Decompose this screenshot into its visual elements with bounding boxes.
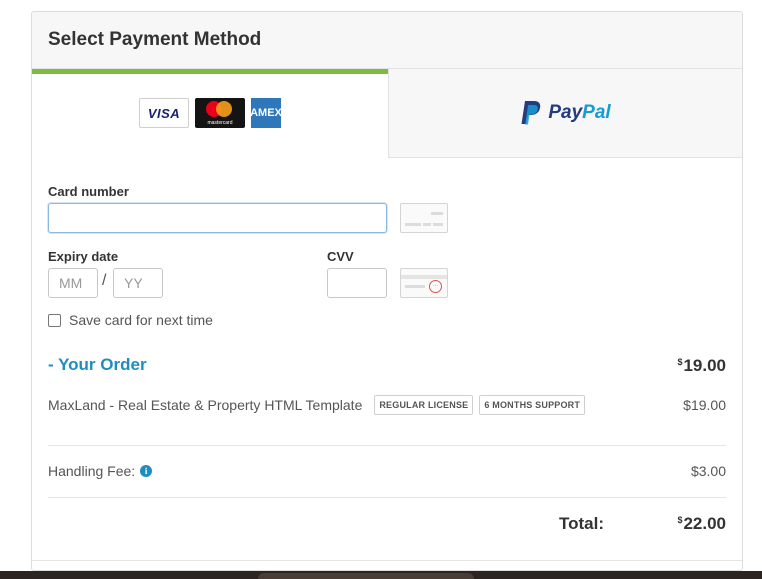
license-badge: REGULAR LICENSE <box>374 395 474 415</box>
expiry-date-label: Expiry date <box>48 249 119 264</box>
panel-title: Select Payment Method <box>48 29 262 50</box>
divider <box>48 497 726 498</box>
total-label: Total: <box>559 514 605 533</box>
order-header-total: $19.00 <box>677 356 726 375</box>
card-number-label: Card number <box>48 184 129 199</box>
paypal-logo: PayPal <box>520 100 611 126</box>
cvv-label: CVV <box>327 249 354 264</box>
card-number-input[interactable] <box>48 203 387 233</box>
handling-fee-row: Handling Fee: i $3.00 <box>48 463 726 479</box>
panel-header: Select Payment Method <box>32 12 742 69</box>
currency-symbol: $ <box>677 357 683 367</box>
cvv-input[interactable] <box>327 268 387 298</box>
item-price: $19.00 <box>683 397 726 413</box>
card-back-cvv-icon: ··· <box>400 268 448 298</box>
expiry-separator: / <box>102 272 107 289</box>
payment-panel: Select Payment Method VISA mastercard AM… <box>31 11 743 571</box>
card-front-icon <box>400 203 448 233</box>
handling-fee-value: $3.00 <box>690 463 726 479</box>
save-card-label[interactable]: Save card for next time <box>69 312 213 328</box>
expiry-month-input[interactable] <box>48 268 98 298</box>
expiry-year-input[interactable] <box>113 268 163 298</box>
paypal-pal-text: Pal <box>582 102 611 123</box>
tab-paypal[interactable]: PayPal <box>388 69 742 158</box>
order-item-row: MaxLand - Real Estate & Property HTML Te… <box>48 395 726 415</box>
support-badge: 6 MONTHS SUPPORT <box>479 395 586 415</box>
amex-logo: AMEX <box>251 98 281 128</box>
taskbar-item[interactable] <box>258 573 474 579</box>
divider <box>48 445 726 446</box>
item-name: MaxLand - Real Estate & Property HTML Te… <box>48 397 363 413</box>
paypal-pay-text: Pay <box>548 102 583 123</box>
your-order-toggle[interactable]: - Your Order <box>48 355 147 375</box>
currency-symbol: $ <box>677 515 683 525</box>
visa-logo: VISA <box>139 98 189 128</box>
mastercard-logo: mastercard <box>195 98 245 128</box>
tab-credit-card[interactable]: VISA mastercard AMEX <box>32 69 388 158</box>
save-card-checkbox[interactable] <box>48 313 61 327</box>
panel-bottom-divider <box>32 560 742 561</box>
paypal-p-icon <box>521 101 541 125</box>
handling-fee-label: Handling Fee: <box>48 463 136 479</box>
info-icon[interactable]: i <box>140 465 153 477</box>
payment-tabs: VISA mastercard AMEX PayPal <box>32 69 742 158</box>
save-card-row[interactable]: Save card for next time <box>48 312 213 328</box>
total-value: $22.00 <box>677 514 726 533</box>
taskbar <box>0 571 762 579</box>
